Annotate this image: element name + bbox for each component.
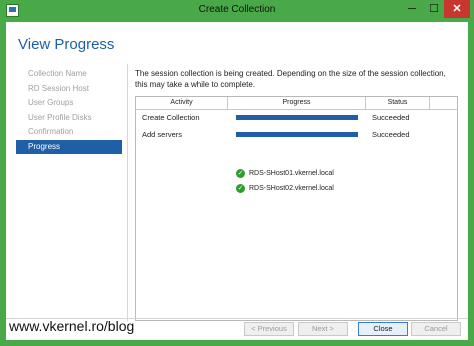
title-bar[interactable]: Create Collection ─ ☐ ✕ [0,0,474,22]
table-header: Activity Progress Status [136,97,457,110]
column-header-status[interactable]: Status [366,97,430,109]
sidebar-item-user-groups: User Groups [28,98,74,108]
column-header-progress[interactable]: Progress [228,97,366,109]
progress-bar-fill [236,132,358,137]
previous-button[interactable]: < Previous [244,322,294,336]
sidebar-item-rd-session-host: RD Session Host [28,83,89,93]
server-name: RDS-SHost01.vkernel.local [249,170,334,177]
wizard-content: View Progress Collection Name RD Session… [6,22,468,340]
progress-bar [236,115,358,120]
progress-bar-fill [236,115,358,120]
wizard-sidebar: Collection Name RD Session Host User Gro… [16,67,122,155]
sidebar-divider [127,64,128,321]
success-check-icon: ✓ [236,169,245,178]
window-close-button[interactable]: ✕ [444,0,470,18]
table-row: Add servers Succeeded [136,128,457,142]
server-name: RDS-SHost02.vkernel.local [249,185,334,192]
success-check-icon: ✓ [236,184,245,193]
activity-cell: Add servers [142,130,183,139]
sidebar-item-user-profile-disks: User Profile Disks [28,112,92,122]
create-collection-window: Create Collection ─ ☐ ✕ View Progress Co… [0,0,474,346]
activity-cell: Create Collection [142,113,200,122]
progress-table: Activity Progress Status Create Collecti… [135,96,458,321]
progress-bar [236,132,358,137]
minimize-button[interactable]: ─ [400,0,424,18]
sidebar-item-collection-name: Collection Name [28,69,87,78]
progress-description: The session collection is being created.… [135,69,446,89]
column-header-activity[interactable]: Activity [136,97,228,109]
sidebar-item-confirmation: Confirmation [28,127,74,137]
close-button[interactable]: Close [358,322,408,336]
page-title: View Progress [18,36,115,53]
cancel-button[interactable]: Cancel [411,322,461,336]
next-button[interactable]: Next > [298,322,348,336]
sidebar-item-progress[interactable]: Progress [16,139,122,154]
table-row: Create Collection Succeeded [136,111,457,125]
status-cell: Succeeded [372,113,410,122]
maximize-button[interactable]: ☐ [424,0,444,18]
status-cell: Succeeded [372,130,410,139]
watermark-text: www.vkernel.ro/blog [9,318,135,334]
